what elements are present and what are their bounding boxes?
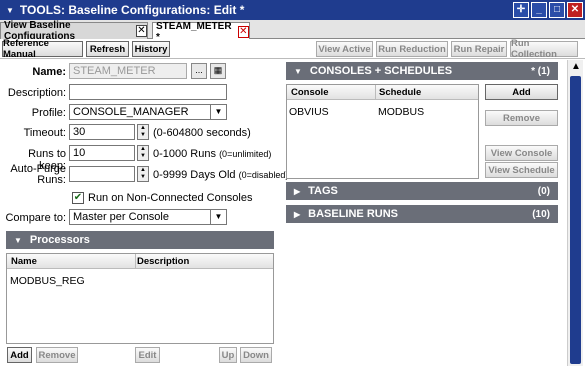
processor-down-button[interactable]: Down [240, 347, 272, 363]
tab-steam-meter[interactable]: STEAM_METER * ✕ [152, 21, 250, 43]
scroll-up-icon[interactable]: ▲ [568, 60, 584, 74]
runs-note: 0-1000 Runs (0=unlimited) [153, 148, 271, 160]
vertical-scrollbar[interactable]: ▲ [567, 60, 583, 366]
refresh-button[interactable]: Refresh [86, 41, 129, 57]
reference-manual-button[interactable]: Reference Manual [2, 38, 83, 60]
chevron-down-icon[interactable]: ▼ [210, 104, 226, 120]
table-row[interactable]: MODBUS_REG [10, 275, 85, 287]
tags-title: TAGS [308, 185, 338, 197]
compare-to-label: Compare to: [5, 212, 66, 224]
ellipsis-button[interactable]: ... [191, 63, 207, 79]
minimize-icon[interactable]: _ [531, 2, 547, 18]
description-field[interactable] [69, 84, 227, 100]
column-header-schedule[interactable]: Schedule [379, 87, 421, 98]
timeout-label: Timeout: [23, 127, 66, 139]
close-tab-icon[interactable]: ✕ [135, 25, 147, 37]
consoles-section-header[interactable]: ▼ CONSOLES + SCHEDULES * (1) [286, 62, 558, 80]
tags-count: (0) [537, 185, 550, 197]
processor-edit-button[interactable]: Edit [135, 347, 160, 363]
table-cell-schedule[interactable]: MODBUS [378, 106, 424, 118]
window-titlebar: ▼ TOOLS: Baseline Configurations: Edit *… [0, 0, 585, 20]
compare-to-select[interactable]: Master per Console ▼ [69, 209, 227, 225]
close-window-icon[interactable]: ✕ [567, 2, 583, 18]
console-remove-button[interactable]: Remove [485, 110, 558, 126]
view-schedule-button[interactable]: View Schedule [485, 162, 558, 178]
history-button[interactable]: History [132, 41, 170, 57]
view-active-button[interactable]: View Active [316, 41, 373, 57]
column-header-console[interactable]: Console [291, 87, 328, 98]
runs-to-keep-stepper[interactable]: ▲ ▼ [137, 145, 149, 161]
processor-up-button[interactable]: Up [219, 347, 237, 363]
auto-purge-note-text: 0-9999 Days Old [153, 169, 236, 181]
non-connected-label: Run on Non-Connected Consoles [88, 192, 253, 204]
collapse-triangle-icon: ▼ [294, 66, 302, 76]
timeout-stepper[interactable]: ▲ ▼ [137, 124, 149, 140]
profile-value: CONSOLE_MANAGER [73, 106, 189, 118]
name-field[interactable]: STEAM_METER [69, 63, 187, 79]
maximize-icon[interactable]: □ [549, 2, 565, 18]
expand-triangle-icon: ▶ [294, 209, 301, 219]
auto-purge-note: 0-9999 Days Old (0=disabled) [153, 169, 288, 181]
consoles-grid-header: Console Schedule [287, 85, 478, 100]
auto-purge-field[interactable] [69, 166, 135, 182]
name-label: Name: [32, 66, 66, 78]
profile-label: Profile: [31, 107, 66, 119]
non-connected-checkbox[interactable]: ✔ [72, 192, 84, 204]
run-repair-button[interactable]: Run Repair [451, 41, 507, 57]
processors-title: Processors [29, 234, 90, 246]
column-header-description[interactable]: Description [137, 256, 189, 267]
close-tab-icon[interactable]: ✕ [237, 25, 249, 38]
processor-remove-button[interactable]: Remove [36, 347, 78, 363]
runs-note-small: (0=unlimited) [219, 149, 272, 159]
console-add-button[interactable]: Add [485, 84, 558, 100]
tab-bar: View Baseline Configurations ✕ STEAM_MET… [0, 20, 585, 43]
calendar-icon[interactable]: ▦ [210, 63, 226, 79]
table-cell-console[interactable]: OBVIUS [289, 106, 329, 118]
profile-select[interactable]: CONSOLE_MANAGER ▼ [69, 104, 227, 120]
collapse-triangle-icon: ▼ [14, 235, 22, 245]
auto-purge-label-line2: Runs: [37, 174, 66, 186]
timeout-note: (0-604800 seconds) [153, 127, 251, 139]
chevron-down-icon[interactable]: ▼ [210, 209, 226, 225]
tab-view-baseline-configurations[interactable]: View Baseline Configurations ✕ [0, 20, 148, 42]
scrollbar-thumb[interactable] [570, 76, 581, 364]
run-collection-button[interactable]: Run Collection [510, 38, 578, 60]
runs-to-keep-field[interactable]: 10 [69, 145, 135, 161]
column-header-name[interactable]: Name [11, 256, 37, 267]
baseline-runs-section-header[interactable]: ▶ BASELINE RUNS (10) [286, 205, 558, 223]
timeout-field[interactable]: 30 [69, 124, 135, 140]
consoles-grid: Console Schedule OBVIUS MODBUS [286, 84, 479, 179]
processors-grid-header: Name Description [7, 254, 273, 269]
column-divider [135, 254, 136, 269]
processors-grid: Name Description MODBUS_REG [6, 253, 274, 344]
view-console-button[interactable]: View Console [485, 145, 558, 161]
auto-purge-stepper[interactable]: ▲ ▼ [137, 166, 149, 182]
auto-purge-note-small: (0=disabled) [238, 170, 289, 180]
consoles-count: * (1) [531, 65, 550, 77]
processor-add-button[interactable]: Add [7, 347, 32, 363]
toolbar: Reference Manual Refresh History View Ac… [0, 38, 585, 60]
runs-note-text: 0-1000 Runs [153, 148, 216, 160]
move-icon[interactable]: ✛ [513, 2, 529, 18]
tags-section-header[interactable]: ▶ TAGS (0) [286, 182, 558, 200]
processors-section-header[interactable]: ▼ Processors [6, 231, 274, 249]
run-reduction-button[interactable]: Run Reduction [376, 41, 448, 57]
auto-purge-label: Auto-Purge Runs: [0, 164, 66, 186]
baseline-runs-count: (10) [532, 208, 550, 220]
expand-triangle-icon: ▶ [294, 186, 301, 196]
consoles-title: CONSOLES + SCHEDULES [309, 65, 453, 77]
description-label: Description: [7, 87, 66, 99]
collapse-triangle-icon[interactable]: ▼ [6, 6, 14, 15]
compare-to-value: Master per Console [73, 211, 169, 223]
baseline-runs-title: BASELINE RUNS [308, 208, 398, 220]
window-title: TOOLS: Baseline Configurations: Edit * [19, 3, 245, 17]
column-divider [375, 85, 376, 100]
